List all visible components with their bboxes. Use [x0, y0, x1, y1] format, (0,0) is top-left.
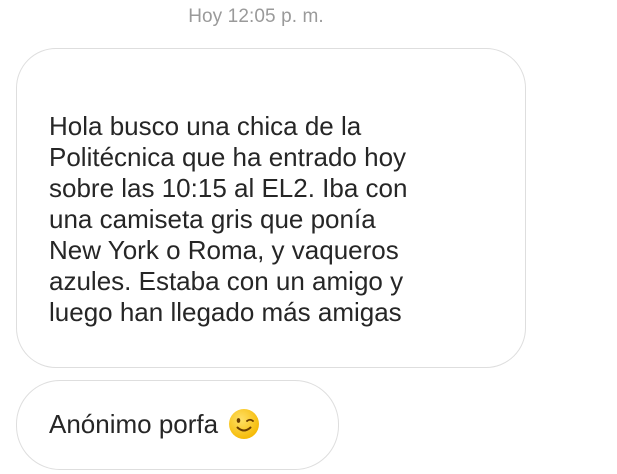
message-timestamp: Hoy 12:05 p. m.	[188, 6, 324, 27]
message-bubble[interactable]: Hola busco una chica de la Politécnica q…	[16, 48, 526, 368]
message-bubble[interactable]: Anónimo porfa	[16, 380, 339, 470]
winking-face-emoji-icon	[229, 409, 260, 439]
message-text: Anónimo porfa	[49, 409, 219, 439]
message-text: Hola busco una chica de la Politécnica q…	[49, 111, 408, 327]
